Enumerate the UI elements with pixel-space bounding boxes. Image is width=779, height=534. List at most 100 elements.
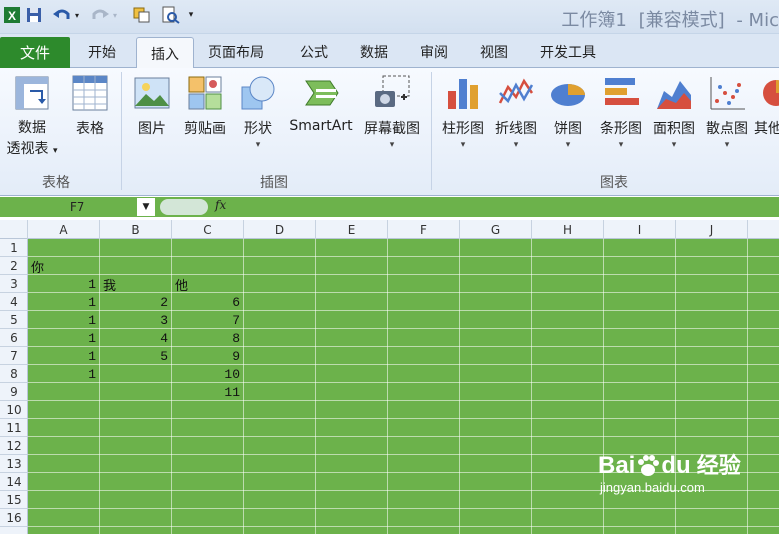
row-header-10[interactable]: 10 — [0, 401, 28, 419]
cell-a2[interactable]: 你 — [28, 257, 99, 276]
line-chart-dropdown-icon[interactable]: ▾ — [514, 140, 519, 150]
screenshot-button[interactable]: 屏幕截图 ▾ — [358, 72, 426, 150]
cell-b3[interactable]: 我 — [100, 275, 171, 294]
cell-a6[interactable]: 1 — [28, 329, 99, 347]
tab-data[interactable]: 数据 — [360, 42, 388, 62]
name-box[interactable]: F7 — [0, 198, 155, 216]
column-header-e[interactable]: E — [316, 220, 388, 239]
save-icon[interactable] — [24, 5, 44, 25]
pie-chart-button[interactable]: 饼图 ▾ — [545, 72, 591, 150]
cell-c7[interactable]: 9 — [172, 347, 243, 365]
pivot-table-button[interactable]: 数据 透视表 ▾ — [2, 72, 62, 161]
row-header-7[interactable]: 7 — [0, 347, 28, 365]
formula-bar-expand-handle[interactable] — [160, 199, 208, 215]
row-header-4[interactable]: 4 — [0, 293, 28, 311]
tab-view[interactable]: 视图 — [480, 42, 508, 62]
clipart-button[interactable]: 剪贴画 — [178, 72, 232, 138]
cell-c5[interactable]: 7 — [172, 311, 243, 329]
cell-b6[interactable]: 4 — [100, 329, 171, 347]
row-header-13[interactable]: 13 — [0, 455, 28, 473]
undo-icon[interactable] — [52, 5, 72, 25]
area-chart-label: 面积图 — [653, 121, 695, 137]
cell-b7[interactable]: 5 — [100, 347, 171, 365]
row-header-11[interactable]: 11 — [0, 419, 28, 437]
print-preview-icon[interactable] — [160, 5, 180, 25]
tab-home[interactable]: 开始 — [88, 42, 116, 62]
scatter-chart-dropdown-icon[interactable]: ▾ — [725, 140, 730, 150]
column-header-d[interactable]: D — [244, 220, 316, 239]
column-chart-label: 柱形图 — [442, 121, 484, 137]
other-chart-button[interactable]: 其他 — [754, 72, 779, 138]
cell-a4[interactable]: 1 — [28, 293, 99, 311]
cell-a5[interactable]: 1 — [28, 311, 99, 329]
row-header-5[interactable]: 5 — [0, 311, 28, 329]
redo-icon[interactable] — [90, 5, 110, 25]
tab-insert[interactable]: 插入 — [136, 37, 194, 69]
row-header-15[interactable]: 15 — [0, 491, 28, 509]
column-chart-button[interactable]: 柱形图 ▾ — [436, 72, 490, 150]
row-header-8[interactable]: 8 — [0, 365, 28, 383]
area-chart-dropdown-icon[interactable]: ▾ — [672, 140, 677, 150]
tab-page-layout[interactable]: 页面布局 — [208, 42, 264, 62]
column-header-b[interactable]: B — [100, 220, 172, 239]
cell-c3[interactable]: 他 — [172, 275, 243, 294]
row-header-3[interactable]: 3 — [0, 275, 28, 293]
pie-chart-dropdown-icon[interactable]: ▾ — [566, 140, 571, 150]
screenshot-dropdown-icon[interactable]: ▾ — [390, 140, 395, 150]
smartart-button[interactable]: SmartArt — [286, 72, 356, 134]
column-header-f[interactable]: F — [388, 220, 460, 239]
column-header-c[interactable]: C — [172, 220, 244, 239]
tab-review[interactable]: 审阅 — [420, 42, 448, 62]
cell-c9[interactable]: 11 — [172, 383, 243, 401]
cell-a8[interactable]: 1 — [28, 365, 99, 383]
column-header-i[interactable]: I — [604, 220, 676, 239]
column-header-g[interactable]: G — [460, 220, 532, 239]
pie-chart-icon — [547, 72, 589, 114]
row-header-9[interactable]: 9 — [0, 383, 28, 401]
shapes-dropdown-icon[interactable]: ▾ — [256, 140, 261, 150]
name-box-dropdown-icon[interactable]: ▼ — [137, 198, 155, 216]
row-headers: 1 2 3 4 5 6 7 8 9 10 11 12 13 14 15 16 — [0, 239, 28, 534]
cell-b5[interactable]: 3 — [100, 311, 171, 329]
scatter-chart-button[interactable]: 散点图 ▾ — [701, 72, 753, 150]
cell-c8[interactable]: 10 — [172, 365, 243, 383]
tab-developer[interactable]: 开发工具 — [540, 42, 596, 62]
row-header-1[interactable]: 1 — [0, 239, 28, 257]
row-header-16[interactable]: 16 — [0, 509, 28, 527]
smartart-icon — [300, 72, 342, 114]
shapes-button[interactable]: 形状 ▾ — [236, 72, 280, 150]
row-header-6[interactable]: 6 — [0, 329, 28, 347]
redo-dropdown-icon[interactable]: ▾ — [110, 5, 120, 25]
bar-chart-button[interactable]: 条形图 ▾ — [594, 72, 648, 150]
undo-dropdown-icon[interactable]: ▾ — [72, 5, 82, 25]
tab-formulas[interactable]: 公式 — [300, 42, 328, 62]
shapes-label: 形状 — [244, 121, 272, 137]
row-header-2[interactable]: 2 — [0, 257, 28, 275]
row-header-12[interactable]: 12 — [0, 437, 28, 455]
table-label: 表格 — [76, 121, 104, 137]
tab-file[interactable]: 文件 — [0, 37, 70, 68]
cell-a3[interactable]: 1 — [28, 275, 99, 293]
table-button[interactable]: 表格 — [66, 72, 114, 138]
column-chart-dropdown-icon[interactable]: ▾ — [461, 140, 466, 150]
customize-qat-icon[interactable]: ▾ — [186, 5, 196, 25]
column-header-j[interactable]: J — [676, 220, 748, 239]
insert-function-icon[interactable]: fx — [215, 198, 226, 212]
select-all-corner[interactable] — [0, 220, 28, 239]
copy-format-icon[interactable] — [132, 5, 152, 25]
baidu-paw-icon — [638, 455, 660, 476]
cell-b4[interactable]: 2 — [100, 293, 171, 311]
area-chart-button[interactable]: 面积图 ▾ — [648, 72, 700, 150]
column-header-h[interactable]: H — [532, 220, 604, 239]
title-bar: X ▾ ▾ ▾ 工作簿1 [兼容模式] - Mic — [0, 0, 779, 34]
formula-input[interactable] — [236, 198, 779, 216]
cell-c6[interactable]: 8 — [172, 329, 243, 347]
group-label-tables: 表格 — [42, 175, 70, 191]
column-header-a[interactable]: A — [28, 220, 100, 239]
picture-button[interactable]: 图片 — [128, 72, 176, 138]
cell-a7[interactable]: 1 — [28, 347, 99, 365]
line-chart-button[interactable]: 折线图 ▾ — [490, 72, 542, 150]
cell-c4[interactable]: 6 — [172, 293, 243, 311]
row-header-14[interactable]: 14 — [0, 473, 28, 491]
bar-chart-dropdown-icon[interactable]: ▾ — [619, 140, 624, 150]
